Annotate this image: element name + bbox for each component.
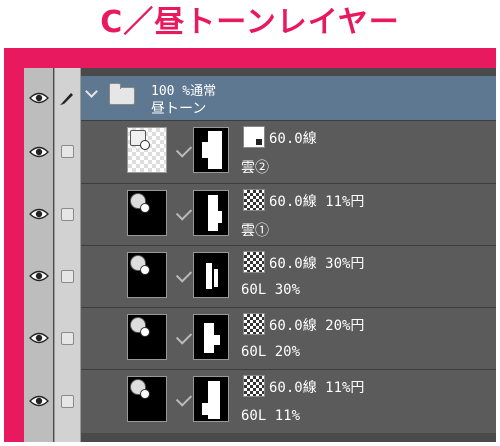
tone-setting: 60.0線 11%円 (269, 194, 365, 210)
tone-setting: 60.0線 (269, 131, 317, 147)
mask-link-icon (175, 328, 193, 345)
layer-thumbnail (127, 376, 167, 422)
lock-checkbox[interactable] (60, 207, 74, 221)
layer-thumbnail (127, 252, 167, 298)
tone-layer-icon (130, 130, 150, 150)
eye-icon (28, 270, 49, 282)
visibility-toggle[interactable] (24, 183, 53, 245)
layer-panel: 100 %通常 昼トーン 60.0線 雲② 60.0線 11%円 雲① 60.0… (24, 68, 496, 442)
lock-checkbox[interactable] (60, 145, 74, 158)
folder-opacity-blend: 100 %通常 (151, 84, 217, 99)
mask-thumbnail (193, 376, 229, 422)
visibility-toggle[interactable] (24, 245, 53, 307)
tone-pattern-icon (243, 126, 265, 148)
eye-icon (28, 146, 49, 157)
layer-name: 60L 11% (241, 408, 301, 424)
mask-thumbnail (193, 314, 229, 360)
layer-thumbnail (127, 127, 167, 173)
edit-target-toggle[interactable] (55, 76, 79, 120)
eye-icon (28, 92, 49, 104)
tone-pattern-icon (243, 189, 265, 211)
mask-thumbnail (193, 252, 229, 298)
layer-name: 60L 20% (241, 344, 301, 360)
folder-icon (109, 83, 135, 105)
layer-content[interactable]: 60.0線 11%円 雲① (81, 183, 496, 245)
tone-layer-icon (130, 255, 150, 275)
visibility-toggle[interactable] (24, 120, 53, 183)
layer-row[interactable]: 60.0線 雲② (24, 120, 496, 183)
layer-content[interactable]: 60.0線 20%円 60L 20% (81, 307, 496, 369)
mask-thumbnail (193, 127, 229, 173)
layer-content[interactable]: 60.0線 雲② (81, 120, 496, 183)
chevron-down-icon[interactable] (85, 85, 98, 98)
mask-thumbnail (193, 190, 229, 236)
eye-icon (28, 208, 49, 220)
tone-layer-icon (130, 379, 150, 399)
layer-row[interactable]: 60.0線 11%円 60L 11% (24, 369, 496, 433)
layer-thumbnail (127, 314, 167, 360)
pen-icon (60, 93, 73, 105)
lock-checkbox[interactable] (60, 269, 74, 283)
layer-name: 60L 30% (241, 282, 301, 298)
page-title: C／昼トーンレイヤー (100, 5, 400, 40)
layer-name: 雲② (241, 160, 269, 176)
lock-checkbox[interactable] (60, 394, 74, 408)
mask-link-icon (175, 266, 193, 283)
layer-thumbnail (127, 190, 167, 236)
highlight-frame: 100 %通常 昼トーン 60.0線 雲② 60.0線 11%円 雲① 60.0… (4, 48, 496, 442)
lock-checkbox[interactable] (60, 331, 74, 345)
eye-icon (28, 395, 49, 407)
mask-link-icon (175, 204, 193, 221)
layer-row[interactable]: 60.0線 30%円 60L 30% (24, 245, 496, 307)
tone-pattern-icon (243, 251, 265, 273)
visibility-toggle[interactable] (24, 369, 53, 433)
visibility-toggle[interactable] (24, 307, 53, 369)
tone-layer-icon (130, 317, 150, 337)
layer-row[interactable]: 60.0線 11%円 雲① (24, 183, 496, 245)
folder-content[interactable]: 100 %通常 昼トーン (81, 76, 496, 120)
layer-name: 雲① (241, 223, 269, 239)
tone-setting: 60.0線 30%円 (269, 256, 365, 272)
tone-pattern-icon (243, 313, 265, 335)
mask-link-icon (175, 141, 193, 158)
visibility-toggle[interactable] (24, 76, 53, 120)
tone-layer-icon (130, 193, 150, 213)
layer-content[interactable]: 60.0線 11%円 60L 11% (81, 369, 496, 433)
eye-icon (28, 332, 49, 344)
tone-pattern-icon (243, 375, 265, 397)
tone-setting: 60.0線 20%円 (269, 318, 365, 334)
tone-setting: 60.0線 11%円 (269, 380, 365, 396)
layer-content[interactable]: 60.0線 30%円 60L 30% (81, 245, 496, 307)
mask-link-icon (175, 390, 193, 407)
layer-row[interactable]: 60.0線 20%円 60L 20% (24, 307, 496, 369)
folder-name: 昼トーン (151, 101, 207, 117)
folder-row[interactable]: 100 %通常 昼トーン (24, 76, 496, 120)
